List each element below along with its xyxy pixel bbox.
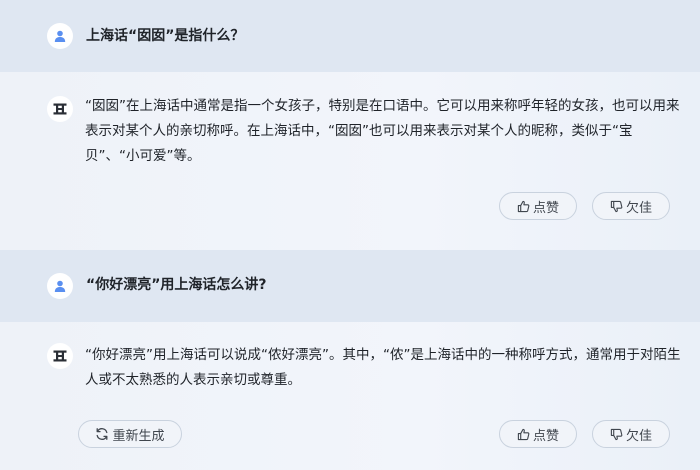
question-text: 上海话“囡囡”是指什么？ <box>86 28 245 44</box>
question-text: “你好漂亮”用上海话怎么讲? <box>86 277 267 293</box>
thumbs-down-icon <box>610 428 623 440</box>
dislike-button[interactable]: 欠佳 <box>592 420 670 448</box>
refresh-icon <box>97 428 108 440</box>
like-button[interactable]: 点赞 <box>499 192 577 220</box>
bot-icon <box>53 103 67 115</box>
dislike-button[interactable]: 欠佳 <box>592 192 670 220</box>
bot-avatar <box>47 96 73 122</box>
user-icon <box>54 30 66 42</box>
answer-text: “你好漂亮”用上海话可以说成“侬好漂亮”。其中，“侬”是上海话中的一种称呼方式，… <box>85 347 681 388</box>
thumbs-up-icon <box>517 428 530 440</box>
user-avatar <box>47 273 73 299</box>
user-avatar <box>47 23 73 49</box>
answer-text: “囡囡”在上海话中通常是指一个女孩子，特别是在口语中。它可以用来称呼年轻的女孩，… <box>85 98 680 164</box>
dislike-label: 欠佳 <box>625 428 652 444</box>
question-block: “你好漂亮”用上海话怎么讲? <box>0 250 700 322</box>
like-label: 点赞 <box>532 200 559 216</box>
like-button[interactable]: 点赞 <box>499 420 577 448</box>
bot-icon <box>53 350 67 362</box>
thumbs-up-icon <box>517 200 530 212</box>
user-icon <box>54 280 66 292</box>
regenerate-button[interactable]: 重新生成 <box>78 420 182 448</box>
regenerate-label: 重新生成 <box>112 428 165 444</box>
like-label: 点赞 <box>532 428 559 444</box>
dislike-label: 欠佳 <box>625 200 652 216</box>
bot-avatar <box>47 343 73 369</box>
question-block: 上海话“囡囡”是指什么？ <box>0 0 700 72</box>
answer-block: “你好漂亮”用上海话可以说成“侬好漂亮”。其中，“侬”是上海话中的一种称呼方式，… <box>0 322 700 470</box>
answer-block: “囡囡”在上海话中通常是指一个女孩子，特别是在口语中。它可以用来称呼年轻的女孩，… <box>0 72 700 250</box>
thumbs-down-icon <box>610 200 623 212</box>
